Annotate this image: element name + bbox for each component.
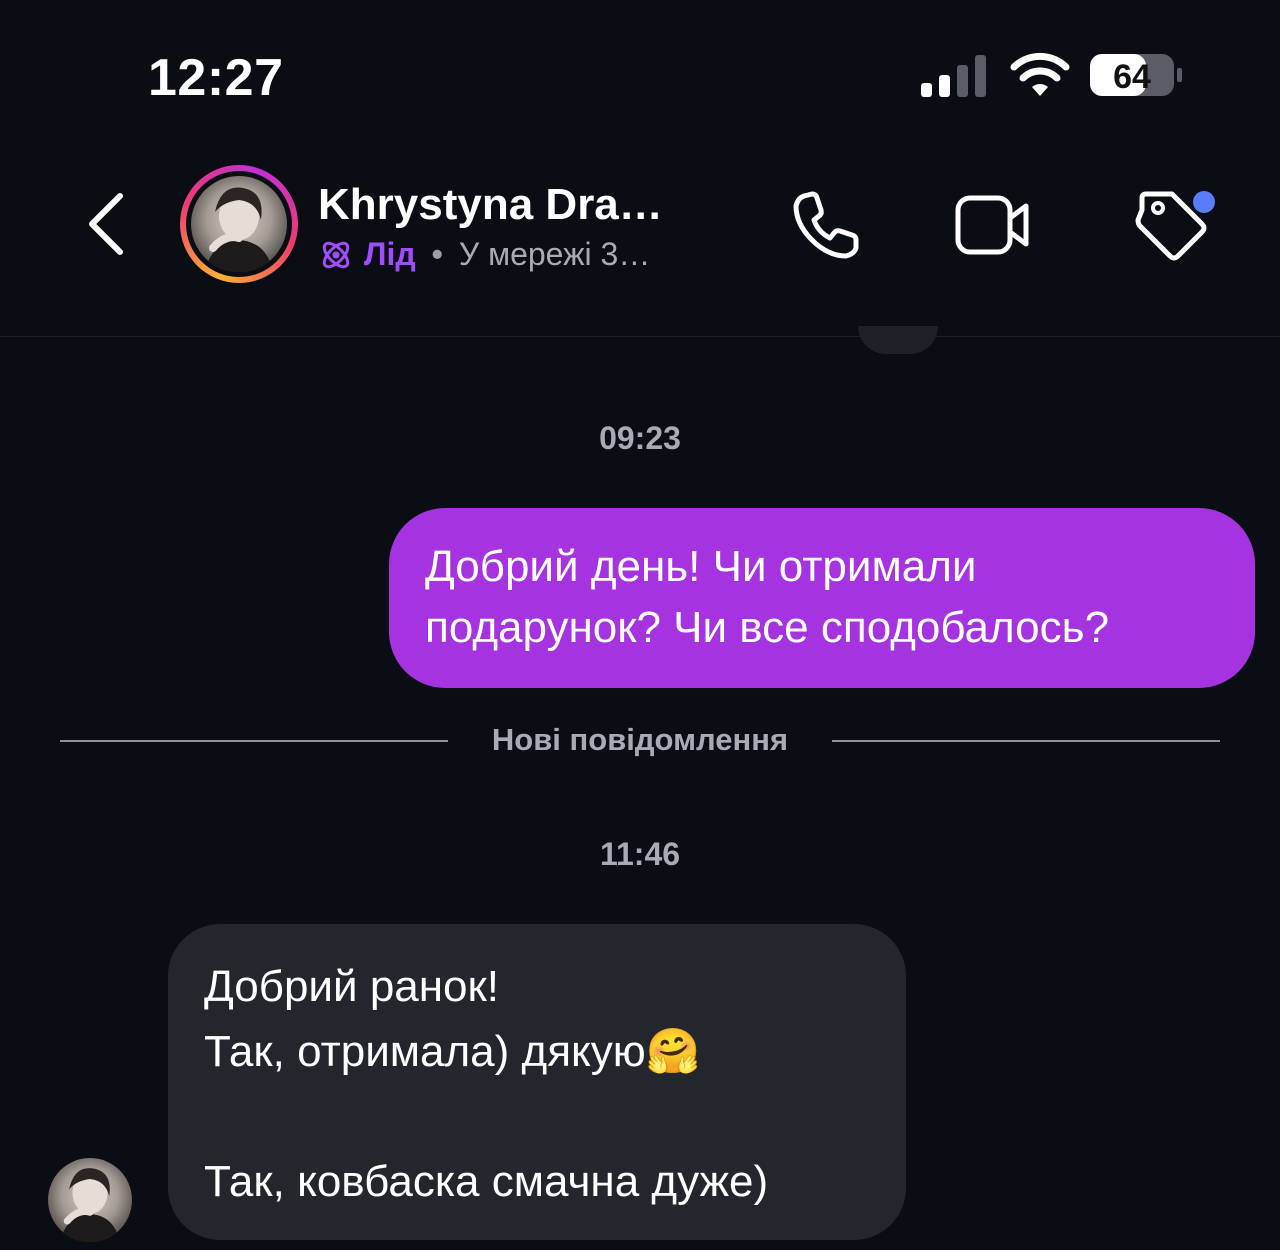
separator-dot: • bbox=[431, 236, 443, 272]
scroll-indicator[interactable] bbox=[858, 326, 938, 354]
outgoing-message-bubble[interactable]: Добрий день! Чи отримали подарунок? Чи в… bbox=[389, 508, 1255, 688]
contact-name[interactable]: Khrystyna Dra… bbox=[318, 180, 663, 230]
video-call-button[interactable] bbox=[954, 192, 1032, 258]
sender-avatar[interactable] bbox=[48, 1158, 132, 1242]
contact-subtitle: Лід • У мережі 3… bbox=[318, 236, 650, 273]
tag-button[interactable] bbox=[1128, 186, 1218, 262]
lead-label: Лід bbox=[364, 236, 416, 272]
phone-icon bbox=[793, 191, 859, 259]
message-timestamp: 11:46 bbox=[599, 836, 681, 872]
cellular-signal-icon bbox=[921, 55, 986, 97]
contact-avatar[interactable] bbox=[180, 165, 298, 283]
avatar-photo bbox=[191, 176, 287, 272]
chat-screen: 12:27 64 Khrystyna Dra… Лід • У мережі 3… bbox=[0, 0, 1280, 1250]
status-time: 12:27 bbox=[148, 49, 284, 107]
back-button[interactable] bbox=[80, 188, 136, 260]
atom-icon bbox=[322, 241, 350, 268]
video-camera-icon bbox=[955, 195, 1029, 255]
online-status: У мережі 3… bbox=[458, 236, 651, 272]
new-messages-label: Нові повідомлення bbox=[491, 722, 789, 757]
chevron-left-icon bbox=[89, 193, 123, 255]
header-divider bbox=[0, 336, 1280, 337]
chat-header: Khrystyna Dra… Лід • У мережі 3… bbox=[0, 140, 1280, 337]
message-timestamp: 09:23 bbox=[599, 420, 681, 456]
notification-badge bbox=[1193, 191, 1215, 213]
incoming-message-bubble[interactable]: Добрий ранок! Так, отримала) дякую🤗 Так,… bbox=[168, 924, 906, 1240]
battery-icon: 64 bbox=[1090, 54, 1182, 96]
divider-line bbox=[60, 740, 448, 742]
divider-line bbox=[832, 740, 1220, 742]
new-messages-divider: Нові повідомлення bbox=[60, 722, 1220, 762]
battery-level: 64 bbox=[1113, 58, 1151, 96]
call-button[interactable] bbox=[790, 190, 862, 262]
wifi-icon bbox=[1010, 52, 1070, 96]
